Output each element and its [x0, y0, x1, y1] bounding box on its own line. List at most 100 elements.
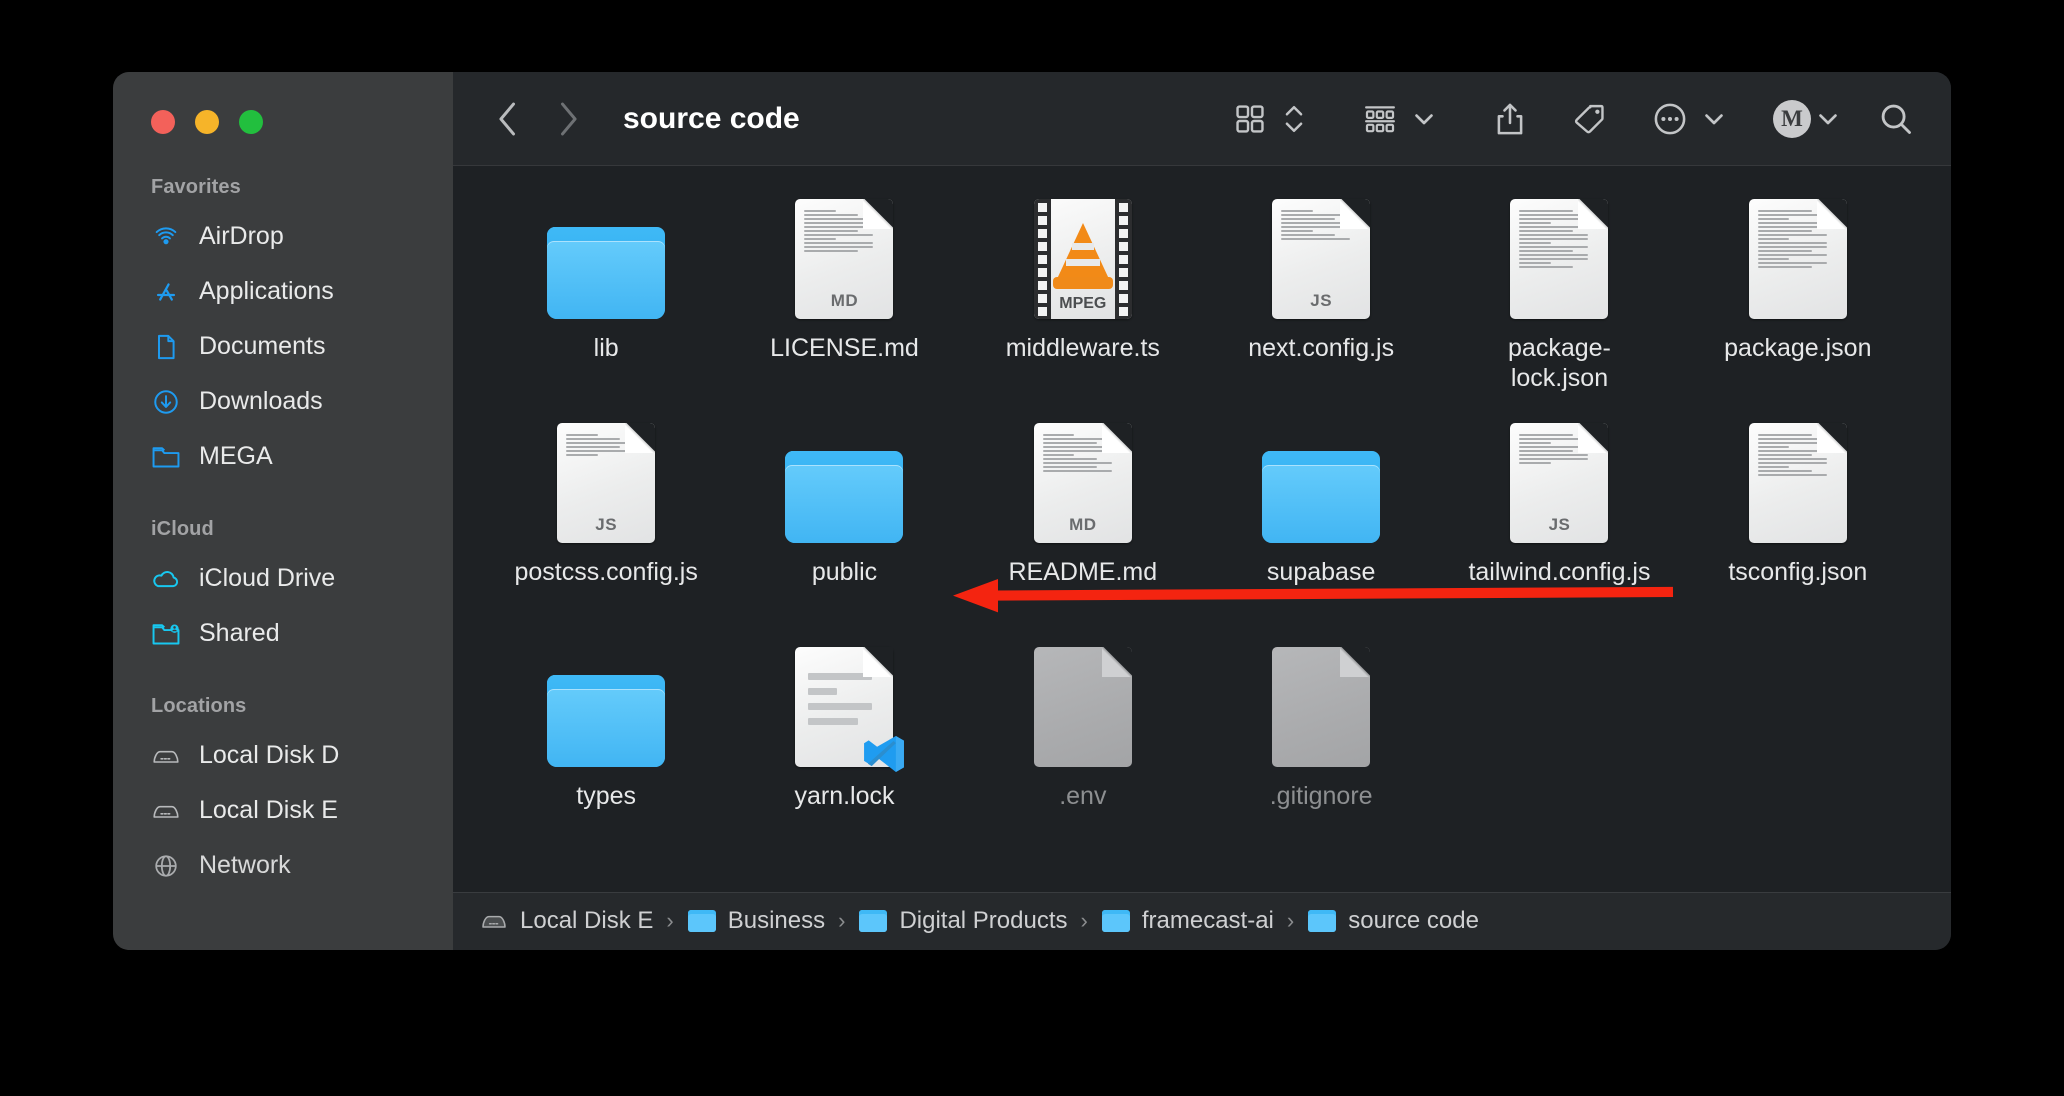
file-item-public[interactable]: public — [725, 412, 963, 636]
doc-type-tag: JS — [1510, 515, 1608, 535]
file-item-gitignore[interactable]: .gitignore — [1202, 636, 1440, 860]
folder-icon — [858, 908, 888, 934]
javascript-document-icon: JS — [1510, 418, 1608, 543]
back-button[interactable] — [491, 97, 525, 141]
sidebar-item-downloads[interactable]: Downloads — [113, 374, 453, 429]
file-item-readme[interactable]: MD README.md — [964, 412, 1202, 636]
disk-icon — [151, 796, 181, 826]
chevron-down-icon[interactable] — [1813, 94, 1843, 144]
navigation-buttons — [491, 97, 585, 141]
folder-icon — [547, 642, 665, 767]
sidebar-item-local-disk-d[interactable]: Local Disk D — [113, 728, 453, 783]
file-label: supabase — [1267, 557, 1375, 587]
file-label: .gitignore — [1270, 781, 1373, 811]
downloads-icon — [151, 387, 181, 417]
tag-icon[interactable] — [1563, 92, 1617, 146]
file-label: postcss.config.js — [514, 557, 697, 587]
sidebar-item-label: AirDrop — [199, 222, 284, 251]
sidebar-item-icloud-drive[interactable]: iCloud Drive — [113, 551, 453, 606]
breadcrumb-source-code[interactable]: source code — [1307, 907, 1479, 935]
breadcrumb-separator: › — [1081, 908, 1088, 934]
file-item-env[interactable]: .env — [964, 636, 1202, 860]
file-item-empty — [1440, 636, 1678, 860]
file-label: tailwind.config.js — [1468, 557, 1650, 587]
breadcrumb-separator: › — [666, 908, 673, 934]
forward-button[interactable] — [551, 97, 585, 141]
toolbar: source code — [453, 72, 1951, 166]
sidebar-item-label: iCloud Drive — [199, 564, 335, 593]
file-item-lib[interactable]: lib — [487, 188, 725, 412]
sidebar-item-label: Network — [199, 851, 291, 880]
sidebar-section-locations: Locations — [113, 695, 453, 718]
more-controls — [1643, 92, 1729, 146]
file-label: types — [576, 781, 636, 811]
file-row: lib — [487, 188, 1917, 412]
folder-icon — [1101, 908, 1131, 934]
folder-icon — [1307, 908, 1337, 934]
file-item-tsconfig[interactable]: tsconfig.json — [1679, 412, 1917, 636]
doc-type-tag: MD — [795, 291, 893, 311]
sidebar-section-favorites: Favorites — [113, 176, 453, 199]
file-item-types[interactable]: types — [487, 636, 725, 860]
more-options-icon[interactable] — [1643, 92, 1697, 146]
window-controls — [113, 72, 453, 134]
file-item-license[interactable]: MD LICENSE.md — [725, 188, 963, 412]
folder-icon — [547, 194, 665, 319]
sidebar-item-applications[interactable]: Applications — [113, 264, 453, 319]
file-item-yarn-lock[interactable]: yarn.lock — [725, 636, 963, 860]
chevron-down-icon[interactable] — [1699, 94, 1729, 144]
view-controls — [1223, 92, 1309, 146]
file-item-package-json[interactable]: package.json — [1679, 188, 1917, 412]
applications-icon — [151, 277, 181, 307]
javascript-document-icon: JS — [1272, 194, 1370, 319]
sidebar-item-mega[interactable]: MEGA — [113, 429, 453, 484]
sidebar-item-local-disk-e[interactable]: Local Disk E — [113, 783, 453, 838]
sidebar-item-airdrop[interactable]: AirDrop — [113, 209, 453, 264]
file-label: middleware.ts — [1006, 333, 1160, 363]
code-document-icon — [1510, 194, 1608, 319]
file-item-package-lock[interactable]: package-lock.json — [1440, 188, 1678, 412]
share-icon[interactable] — [1483, 92, 1537, 146]
updown-chevron-icon[interactable] — [1279, 94, 1309, 144]
sidebar-item-network[interactable]: Network — [113, 838, 453, 893]
javascript-document-icon: JS — [557, 418, 655, 543]
breadcrumb-business[interactable]: Business — [687, 907, 825, 935]
sidebar-item-label: MEGA — [199, 442, 273, 471]
close-button[interactable] — [151, 110, 175, 134]
doc-type-tag: JS — [1272, 291, 1370, 311]
sidebar-item-label: Local Disk E — [199, 796, 338, 825]
mega-badge-icon[interactable]: M — [1773, 100, 1811, 138]
network-icon — [151, 851, 181, 881]
sidebar-item-shared[interactable]: Shared — [113, 606, 453, 661]
file-item-middleware[interactable]: MPEG middleware.ts — [964, 188, 1202, 412]
document-icon — [151, 332, 181, 362]
folder-icon — [785, 418, 903, 543]
file-label: package.json — [1724, 333, 1871, 363]
doc-type-tag: MPEG — [1034, 295, 1132, 313]
minimize-button[interactable] — [195, 110, 219, 134]
breadcrumb-label: Local Disk E — [520, 907, 653, 935]
breadcrumb-local-disk-e[interactable]: Local Disk E — [479, 907, 653, 935]
grid-view-icon[interactable] — [1223, 92, 1277, 146]
file-item-postcss-config[interactable]: JS postcss.config.js — [487, 412, 725, 636]
breadcrumb-framecast-ai[interactable]: framecast-ai — [1101, 907, 1274, 935]
sidebar-item-documents[interactable]: Documents — [113, 319, 453, 374]
file-grid-area[interactable]: lib — [453, 166, 1951, 892]
sidebar-item-label: Shared — [199, 619, 280, 648]
file-item-tailwind-config[interactable]: JS tailwind.config.js — [1440, 412, 1678, 636]
file-item-supabase[interactable]: supabase — [1202, 412, 1440, 636]
group-by-icon[interactable] — [1353, 92, 1407, 146]
breadcrumb-label: Business — [728, 907, 825, 935]
airdrop-icon — [151, 222, 181, 252]
maximize-button[interactable] — [239, 110, 263, 134]
sidebar-item-label: Documents — [199, 332, 325, 361]
file-item-next-config[interactable]: JS next.config.js — [1202, 188, 1440, 412]
chevron-down-icon[interactable] — [1409, 94, 1439, 144]
markdown-document-icon: MD — [1034, 418, 1132, 543]
search-icon[interactable] — [1869, 92, 1923, 146]
breadcrumb-digital-products[interactable]: Digital Products — [858, 907, 1067, 935]
main-pane: source code — [453, 72, 1951, 950]
shared-folder-icon — [151, 619, 181, 649]
folder-icon — [151, 442, 181, 472]
vscode-document-icon — [795, 642, 893, 767]
